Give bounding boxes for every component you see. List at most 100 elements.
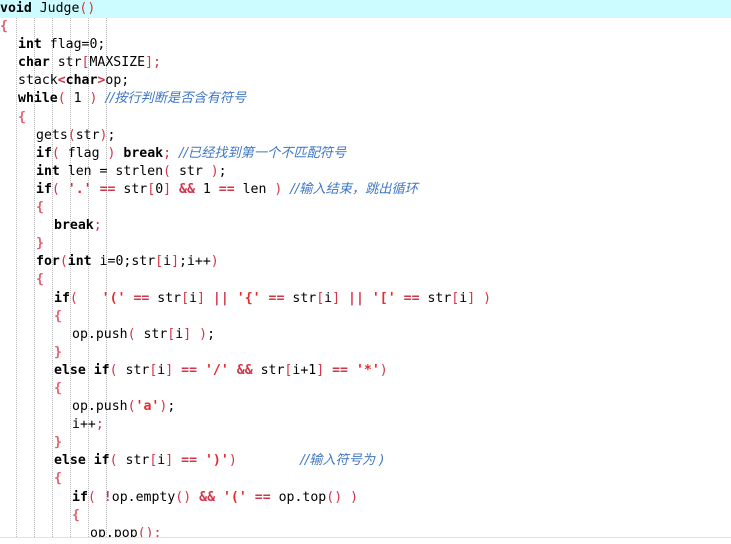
token-kw: void: [0, 1, 32, 16]
token-op: ==: [218, 181, 235, 197]
code-line[interactable]: stack<char>op;: [0, 72, 731, 90]
token-pl: ;: [218, 163, 227, 179]
token-pl: i++: [72, 417, 96, 433]
code-line[interactable]: {: [0, 308, 731, 326]
code-line[interactable]: for(int i=0;str[i];i++): [0, 253, 731, 271]
code-line[interactable]: i++;: [0, 416, 731, 434]
code-line[interactable]: {: [0, 271, 731, 289]
token-brk: ]: [316, 362, 325, 378]
token-brk: ]: [171, 254, 180, 270]
code-line[interactable]: else if( str[i] == ')') //输入符号为 ): [0, 452, 731, 470]
code-line[interactable]: {: [0, 507, 731, 525]
token-brk: ]: [467, 290, 476, 306]
token-pl: MAXSIZE: [89, 55, 146, 71]
code-editor[interactable]: void Judge(){int flag=0; char str[MAXSIZE…: [0, 0, 731, 544]
code-line[interactable]: else if( str[i] == '/' && str[i+1] == '*…: [0, 362, 731, 380]
token-pl: flag: [59, 145, 108, 161]
code-line[interactable]: }: [0, 434, 731, 452]
token-str: '{': [236, 290, 261, 306]
token-kw: if: [36, 145, 52, 161]
token-cmt: //按行判断是否含有符号: [105, 91, 247, 107]
token-brk: (: [59, 254, 68, 270]
token-brk: (: [57, 91, 66, 107]
code-line[interactable]: {: [0, 380, 731, 398]
token-brace: {: [72, 507, 80, 523]
code-line[interactable]: op.push( str[i] );: [0, 326, 731, 344]
token-brk: ): [99, 127, 108, 143]
token-op: !: [103, 489, 112, 505]
code-line[interactable]: if( '(' == str[i] || '{' == str[i] || '[…: [0, 290, 731, 308]
token-brace: {: [54, 380, 62, 396]
token-brk: ;: [93, 218, 102, 234]
token-pl: flag=: [41, 37, 90, 53]
token-op: ||: [212, 290, 229, 306]
token-num: 0: [155, 181, 164, 197]
token-kw: int: [36, 163, 60, 179]
code-line[interactable]: int flag=0;: [0, 36, 731, 54]
token-brace: {: [36, 272, 44, 288]
token-pl: str: [75, 127, 100, 143]
token-brace: {: [0, 19, 8, 35]
code-line[interactable]: gets(str);: [0, 127, 731, 145]
code-line[interactable]: int len = strlen( str );: [0, 163, 731, 181]
code-line[interactable]: {: [0, 199, 731, 217]
token-kw: else: [54, 453, 86, 469]
token-str: '*': [355, 362, 380, 378]
code-line[interactable]: void Judge(): [0, 0, 731, 19]
token-pl: i: [175, 326, 184, 342]
token-brace: {: [54, 308, 62, 324]
code-line[interactable]: if( !op.empty() && '(' == op.top() ): [0, 489, 731, 507]
token-kw: while: [18, 91, 58, 107]
code-line[interactable]: }: [0, 235, 731, 253]
code-line[interactable]: }: [0, 344, 731, 362]
code-line[interactable]: op.push('a');: [0, 398, 731, 416]
token-brk: ): [210, 254, 219, 270]
code-line[interactable]: {: [0, 470, 731, 488]
code-line[interactable]: if( flag ) break; //已经找到第一个不匹配符号: [0, 145, 731, 163]
token-op: &&: [236, 362, 253, 378]
code-line[interactable]: {: [0, 18, 731, 36]
token-brace: {: [54, 471, 62, 487]
token-op: ==: [268, 290, 285, 306]
token-pl: ;: [97, 37, 106, 53]
token-pl: ;i++: [179, 254, 211, 270]
token-str: '(': [101, 290, 126, 306]
token-brk: (: [109, 362, 118, 378]
token-brk: ;: [163, 145, 172, 161]
token-kw: for: [36, 254, 60, 270]
token-kw: char: [18, 55, 50, 71]
code-line[interactable]: if( '.' == str[0] && 1 == len ) //输入结束，跳…: [0, 181, 731, 199]
token-pl: str: [135, 326, 168, 342]
token-brk: [: [316, 290, 325, 306]
code-line[interactable]: while( 1 ) //按行判断是否含有符号: [0, 90, 731, 108]
token-pl: 1: [194, 181, 219, 197]
token-cmt: //输入结束，跳出循环: [290, 181, 418, 197]
token-str: ')': [204, 453, 229, 469]
token-pl: i: [189, 290, 198, 306]
token-pl: i: [459, 290, 468, 306]
code-line[interactable]: break;: [0, 217, 731, 235]
token-kw: if: [72, 489, 88, 505]
token-kw: int: [67, 254, 92, 270]
token-pl: str: [419, 290, 452, 306]
token-pl: i: [324, 290, 333, 306]
token-op: ==: [254, 489, 271, 505]
code-line[interactable]: {: [0, 109, 731, 127]
token-brk: [: [155, 254, 164, 270]
token-brk: (: [87, 489, 96, 505]
code-line[interactable]: char str[MAXSIZE];: [0, 54, 731, 72]
token-pl: ;: [167, 399, 176, 415]
code-content[interactable]: void Judge(){int flag=0; char str[MAXSIZE…: [0, 0, 731, 544]
token-str: '.': [67, 181, 92, 197]
token-pl: i=: [91, 254, 116, 270]
token-cmt: //输入符号为 ): [300, 453, 385, 469]
